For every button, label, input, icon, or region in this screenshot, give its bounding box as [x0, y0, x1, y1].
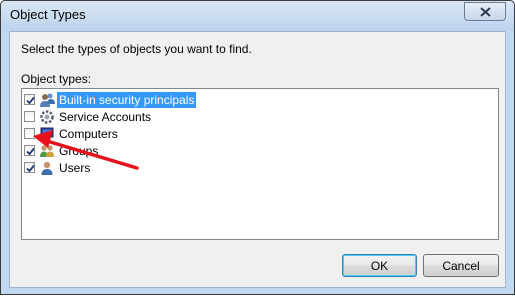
title-bar[interactable]: Object Types: [1, 1, 514, 31]
close-button[interactable]: [464, 2, 506, 21]
checkmark-icon: [26, 96, 35, 105]
security-principals-icon: [40, 93, 55, 107]
list-item-label: Users: [59, 160, 91, 175]
user-icon: [41, 161, 53, 175]
window-title: Object Types: [10, 7, 86, 22]
list-item-users[interactable]: Users: [24, 159, 92, 176]
object-types-list[interactable]: Built-in security principals Service Acc…: [21, 88, 499, 240]
list-item-label: Groups: [59, 143, 99, 158]
group-icon: [40, 144, 54, 157]
checkbox-service-accounts[interactable]: [24, 111, 35, 122]
service-account-icon: [40, 109, 54, 124]
checkmark-icon: [26, 147, 35, 156]
list-item-groups[interactable]: Groups: [24, 142, 100, 159]
list-item-service-accounts[interactable]: Service Accounts: [24, 108, 153, 125]
object-types-label: Object types:: [21, 72, 92, 86]
checkbox-groups[interactable]: [24, 145, 35, 156]
object-types-dialog: Object Types Select the types of objects…: [0, 0, 515, 295]
list-item-built-in-security-principals[interactable]: Built-in security principals: [24, 91, 197, 108]
computer-icon: [40, 127, 54, 140]
checkbox-built-in-security-principals[interactable]: [24, 94, 35, 105]
ok-button[interactable]: OK: [342, 254, 417, 277]
cancel-button[interactable]: Cancel: [423, 254, 499, 277]
list-item-label: Built-in security principals: [57, 91, 197, 108]
checkbox-computers[interactable]: [24, 128, 35, 139]
list-item-label: Service Accounts: [59, 109, 152, 124]
checkbox-users[interactable]: [24, 162, 35, 173]
instruction-text: Select the types of objects you want to …: [21, 42, 252, 56]
list-item-computers[interactable]: Computers: [24, 125, 120, 142]
checkmark-icon: [26, 164, 35, 173]
list-item-label: Computers: [59, 126, 118, 141]
close-icon: [480, 7, 491, 17]
dialog-body: Select the types of objects you want to …: [9, 31, 506, 288]
